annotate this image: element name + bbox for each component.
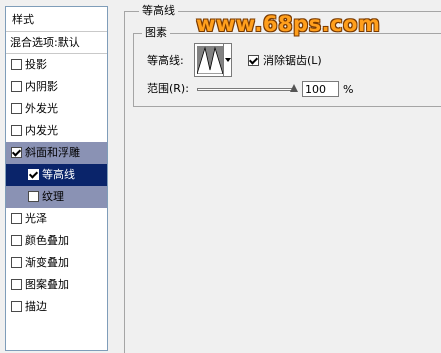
stroke-checkbox[interactable] — [11, 300, 22, 312]
inner-glow-label: 内发光 — [25, 124, 58, 137]
watermark-logo: www.68ps.com — [196, 12, 381, 36]
blending-options-item[interactable]: 混合选项:默认 — [6, 32, 107, 54]
gradient-overlay-checkbox[interactable] — [11, 256, 22, 268]
style-item-color-overlay[interactable]: 颜色叠加 — [6, 230, 107, 252]
chevron-down-icon[interactable] — [223, 44, 231, 76]
style-item-inner-shadow[interactable]: 内阴影 — [6, 76, 107, 98]
style-item-bevel-emboss[interactable]: 斜面和浮雕 — [6, 142, 107, 164]
stroke-label: 描边 — [25, 300, 47, 313]
range-unit: % — [343, 83, 354, 96]
color-overlay-checkbox[interactable] — [11, 234, 22, 246]
satin-checkbox[interactable] — [11, 212, 22, 224]
contour-group-title: 等高线 — [139, 4, 178, 18]
style-item-drop-shadow[interactable]: 投影 — [6, 54, 107, 76]
styles-header[interactable]: 样式 — [6, 7, 107, 32]
texture-label: 纹理 — [42, 190, 64, 203]
style-item-satin[interactable]: 光泽 — [6, 208, 107, 230]
range-label: 范围(R): — [147, 82, 189, 95]
drop-shadow-checkbox[interactable] — [11, 58, 22, 70]
contour-picker-label: 等高线: — [147, 54, 184, 67]
contour-picker[interactable] — [194, 43, 232, 77]
pattern-overlay-checkbox[interactable] — [11, 278, 22, 290]
style-item-contour[interactable]: 等高线 — [6, 164, 107, 186]
outer-glow-label: 外发光 — [25, 102, 58, 115]
color-overlay-label: 颜色叠加 — [25, 234, 69, 247]
styles-list: 样式 混合选项:默认 投影 内阴影 外发光 内发光 斜面和浮雕 等高线 纹理 光… — [5, 6, 108, 351]
inner-shadow-label: 内阴影 — [25, 80, 58, 93]
style-item-pattern-overlay[interactable]: 图案叠加 — [6, 274, 107, 296]
inner-glow-checkbox[interactable] — [11, 124, 22, 136]
elements-group-title: 图素 — [142, 26, 170, 40]
texture-checkbox[interactable] — [28, 190, 39, 202]
bevel-emboss-checkbox[interactable] — [11, 146, 22, 158]
outer-glow-checkbox[interactable] — [11, 102, 22, 114]
inner-shadow-checkbox[interactable] — [11, 80, 22, 92]
contour-checkbox[interactable] — [28, 168, 39, 180]
style-item-outer-glow[interactable]: 外发光 — [6, 98, 107, 120]
pattern-overlay-label: 图案叠加 — [25, 278, 69, 291]
style-item-stroke[interactable]: 描边 — [6, 296, 107, 318]
range-slider-track[interactable] — [197, 88, 295, 91]
satin-label: 光泽 — [25, 212, 47, 225]
contour-curve-icon — [197, 46, 223, 74]
anti-alias-checkbox[interactable] — [248, 55, 259, 66]
bevel-emboss-label: 斜面和浮雕 — [25, 146, 80, 159]
style-item-inner-glow[interactable]: 内发光 — [6, 120, 107, 142]
style-item-texture[interactable]: 纹理 — [6, 186, 107, 208]
gradient-overlay-label: 渐变叠加 — [25, 256, 69, 269]
range-slider-thumb[interactable] — [290, 84, 298, 92]
anti-alias-label[interactable]: 消除锯齿(L) — [263, 54, 322, 68]
style-item-gradient-overlay[interactable]: 渐变叠加 — [6, 252, 107, 274]
contour-label: 等高线 — [42, 168, 75, 181]
range-input[interactable] — [302, 81, 339, 97]
drop-shadow-label: 投影 — [25, 58, 47, 71]
